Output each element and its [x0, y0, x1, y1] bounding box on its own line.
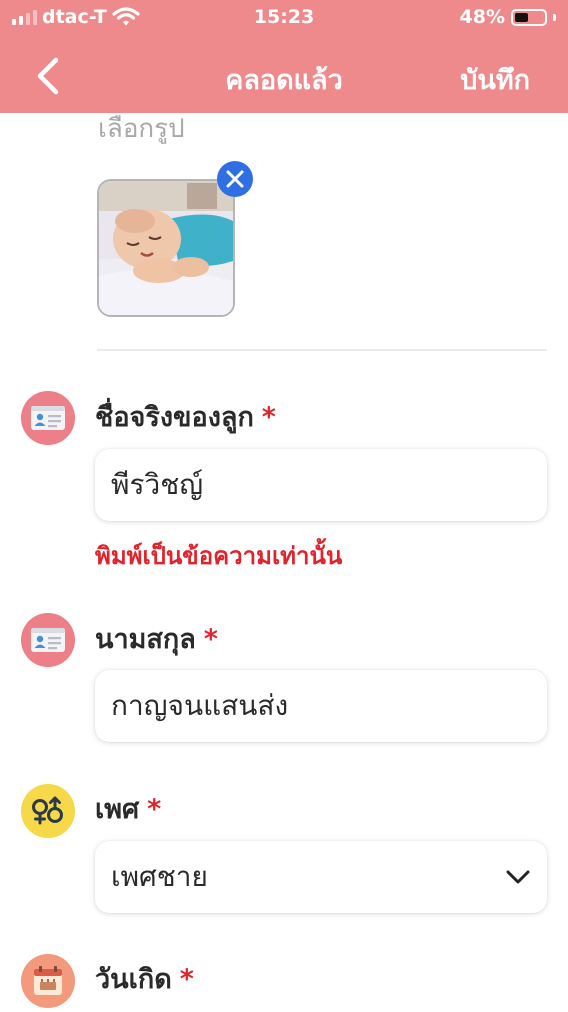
choose-photo-label[interactable]: เลือกรูป — [98, 108, 185, 149]
last-name-label: นามสกุล * — [95, 617, 218, 660]
battery-nub — [553, 13, 556, 21]
first-name-label: ชื่อจริงของลูก * — [95, 395, 276, 438]
remove-photo-button[interactable] — [217, 161, 253, 197]
required-asterisk: * — [203, 624, 218, 655]
section-divider — [97, 349, 547, 351]
save-button[interactable]: บันทึก — [460, 58, 530, 101]
close-icon — [226, 170, 244, 188]
battery-group: 48% — [460, 6, 556, 28]
status-bar: dtac-T 15:23 48% — [0, 0, 568, 36]
id-card-icon — [21, 391, 75, 445]
required-asterisk: * — [261, 402, 276, 433]
gender-label-text: เพศ — [95, 794, 140, 825]
gender-icon — [21, 784, 75, 838]
chevron-down-icon — [506, 870, 530, 884]
last-name-label-text: นามสกุล — [95, 624, 196, 655]
baby-photo-thumbnail[interactable] — [97, 179, 235, 317]
battery-percent: 48% — [459, 6, 505, 28]
required-asterisk: * — [147, 794, 162, 825]
nav-bar: คลอดแล้ว บันทึก — [0, 40, 568, 110]
last-name-input[interactable]: กาญจนแสนส่ง — [95, 670, 547, 742]
first-name-input[interactable]: พีรวิชญ์ — [95, 449, 547, 521]
calendar-icon — [21, 954, 75, 1008]
baby-photo — [99, 181, 233, 315]
last-name-value: กาญจนแสนส่ง — [111, 689, 289, 722]
birthday-label-text: วันเกิด — [95, 964, 172, 995]
id-card-icon — [21, 613, 75, 667]
gender-value: เพศชาย — [111, 860, 208, 893]
battery-icon — [511, 8, 547, 26]
gender-select[interactable]: เพศชาย — [95, 841, 547, 913]
first-name-label-text: ชื่อจริงของลูก — [95, 402, 254, 433]
first-name-error: พิมพ์เป็นข้อความเท่านั้น — [95, 542, 343, 570]
first-name-value: พีรวิชญ์ — [111, 468, 204, 501]
gender-label: เพศ * — [95, 787, 161, 830]
birthday-label: วันเกิด * — [95, 957, 194, 1000]
app-header: dtac-T 15:23 48% คลอดแล้ว บันทึก — [0, 0, 568, 113]
required-asterisk: * — [179, 964, 194, 995]
